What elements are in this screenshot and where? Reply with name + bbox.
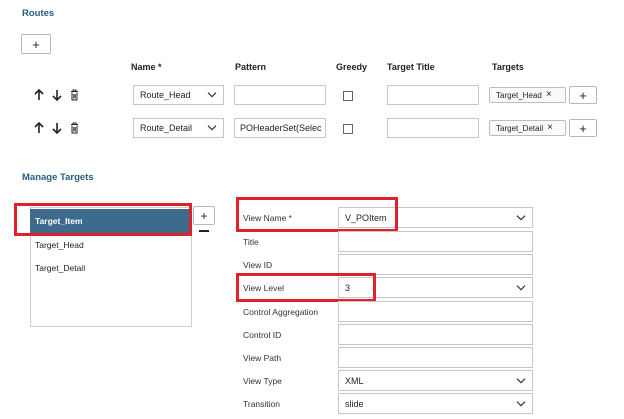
- target-token[interactable]: Target_Detail ×: [489, 120, 566, 136]
- highlight-target-item: [14, 203, 192, 236]
- route-name-select[interactable]: Route_Head: [133, 85, 224, 105]
- trash-icon[interactable]: [70, 122, 79, 134]
- highlight-view-level: [236, 273, 376, 302]
- greedy-checkbox[interactable]: [343, 124, 353, 134]
- header-greedy: Greedy: [336, 62, 368, 72]
- view-path-label: View Path: [243, 353, 282, 363]
- target-token[interactable]: Target_Head ×: [489, 87, 566, 103]
- control-id-label: Control ID: [243, 330, 282, 340]
- close-icon[interactable]: ×: [546, 90, 552, 100]
- target-list-item[interactable]: Target_Detail: [35, 263, 85, 273]
- arrow-down-icon[interactable]: [52, 122, 62, 134]
- close-icon[interactable]: ×: [547, 123, 553, 133]
- target-token-label: Target_Head: [496, 90, 542, 100]
- arrow-down-icon[interactable]: [52, 89, 62, 101]
- trash-icon[interactable]: [70, 89, 79, 101]
- header-targets: Targets: [492, 62, 524, 72]
- chevron-down-icon: [516, 284, 526, 291]
- target-title-input[interactable]: [387, 85, 479, 105]
- add-route-button[interactable]: +: [21, 34, 51, 54]
- manage-targets-title: Manage Targets: [22, 172, 94, 183]
- target-list-item[interactable]: Target_Head: [35, 240, 84, 250]
- highlight-view-name: [236, 197, 398, 232]
- view-id-input[interactable]: [338, 254, 533, 275]
- chevron-down-icon: [516, 400, 526, 407]
- view-type-label: View Type: [243, 376, 282, 386]
- target-token-label: Target_Detail: [496, 123, 544, 133]
- add-target-item-button[interactable]: +: [193, 206, 215, 225]
- view-type-value: XML: [345, 375, 364, 386]
- chevron-down-icon: [516, 377, 526, 384]
- view-path-input[interactable]: [338, 347, 533, 368]
- greedy-checkbox[interactable]: [343, 91, 353, 101]
- route-pattern-input[interactable]: POHeaderSet(Selec: [234, 118, 326, 138]
- control-aggregation-label: Control Aggregation: [243, 307, 319, 317]
- title-label: Title: [243, 237, 259, 247]
- title-input[interactable]: [338, 231, 533, 252]
- remove-target-item-button[interactable]: [199, 230, 209, 232]
- control-aggregation-input[interactable]: [338, 301, 533, 322]
- transition-value: slide: [345, 398, 364, 409]
- add-target-button[interactable]: +: [569, 86, 597, 104]
- view-id-label: View ID: [243, 260, 273, 270]
- route-pattern-input[interactable]: [234, 85, 326, 105]
- routes-title: Routes: [22, 8, 55, 19]
- add-target-button[interactable]: +: [569, 119, 597, 137]
- route-name-value: Route_Head: [140, 90, 191, 100]
- header-target-title: Target Title: [387, 62, 435, 72]
- chevron-down-icon: [207, 92, 217, 98]
- transition-select[interactable]: slide: [338, 393, 533, 414]
- view-type-select[interactable]: XML: [338, 370, 533, 391]
- route-name-select[interactable]: Route_Detail: [133, 118, 224, 138]
- control-id-input[interactable]: [338, 324, 533, 345]
- route-name-value: Route_Detail: [140, 123, 193, 133]
- arrow-up-icon[interactable]: [34, 89, 44, 101]
- header-pattern: Pattern: [235, 62, 267, 72]
- target-title-input[interactable]: [387, 118, 479, 138]
- transition-label: Transition: [243, 399, 281, 409]
- chevron-down-icon: [516, 214, 526, 221]
- chevron-down-icon: [207, 125, 217, 131]
- header-name: Name *: [131, 62, 162, 72]
- arrow-up-icon[interactable]: [34, 122, 44, 134]
